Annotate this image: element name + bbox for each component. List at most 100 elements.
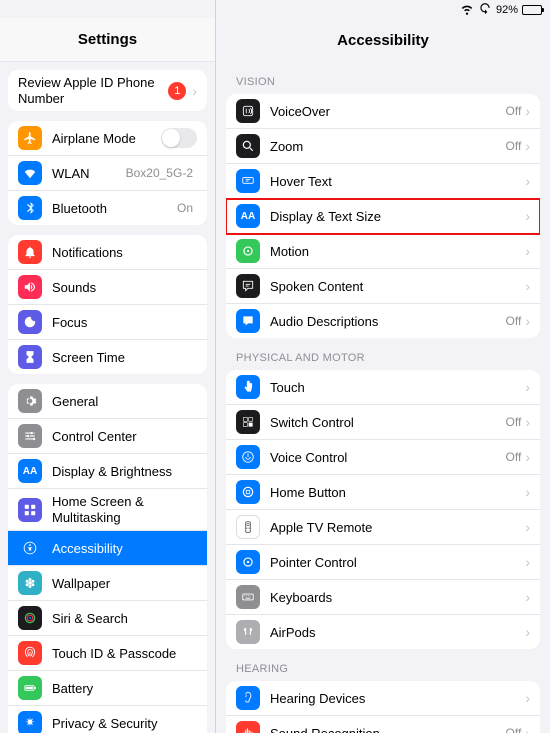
fingerprint-icon [18,641,42,665]
row-voiceover[interactable]: VoiceOver Off › [226,94,540,129]
chevron-right-icon: › [525,415,530,429]
row-zoom[interactable]: Zoom Off › [226,129,540,164]
keyboards-label: Keyboards [270,590,525,605]
row-homebutton[interactable]: Home Button › [226,475,540,510]
row-audiodesc[interactable]: Audio Descriptions Off › [226,304,540,338]
sidebar-item-bluetooth[interactable]: Bluetooth On [8,191,207,225]
sidebar-item-airplane[interactable]: Airplane Mode [8,121,207,156]
siri-icon [18,606,42,630]
bluetooth-value: On [177,201,193,215]
row-airpods[interactable]: AirPods › [226,615,540,649]
audiodesc-value: Off [506,314,522,328]
orientation-lock-icon [478,2,492,19]
chevron-right-icon: › [525,520,530,534]
section-hearing: Hearing [236,663,530,675]
appletv-label: Apple TV Remote [270,520,525,535]
chevron-right-icon: › [525,590,530,604]
zoom-value: Off [506,139,522,153]
sidebar-item-focus[interactable]: Focus [8,305,207,340]
voice-icon [236,445,260,469]
motion-label: Motion [270,244,525,259]
hand-icon [18,711,42,733]
accessibility-label: Accessibility [52,541,197,556]
siri-label: Siri & Search [52,611,197,626]
sidebar-item-sounds[interactable]: Sounds [8,270,207,305]
audiodesc-icon [236,309,260,333]
chevron-right-icon: › [525,726,530,733]
row-hearing-devices[interactable]: Hearing Devices › [226,681,540,716]
row-spoken[interactable]: Spoken Content › [226,269,540,304]
chevron-right-icon: › [525,314,530,328]
privacy-label: Privacy & Security [52,716,197,731]
row-appletv[interactable]: Apple TV Remote › [226,510,540,545]
switch-icon [236,410,260,434]
sidebar-item-wlan[interactable]: WLAN Box20_5G-2 [8,156,207,191]
sidebar-item-wallpaper[interactable]: Wallpaper [8,566,207,601]
section-vision: Vision [236,76,530,88]
sidebar-item-homescreen[interactable]: Home Screen & Multitasking [8,489,207,531]
notifications-label: Notifications [52,245,197,260]
row-switchcontrol[interactable]: Switch Control Off › [226,405,540,440]
soundrec-label: Sound Recognition [270,726,506,733]
row-display-text-size[interactable]: AA Display & Text Size › [226,199,540,234]
sliders-icon [18,424,42,448]
chevron-right-icon: › [525,104,530,118]
sidebar-item-screentime[interactable]: Screen Time [8,340,207,374]
wallpaper-label: Wallpaper [52,576,197,591]
switch-label: Switch Control [270,415,506,430]
displaytext-label: Display & Text Size [270,209,525,224]
grid-icon [18,498,42,522]
airpods-label: AirPods [270,625,525,640]
controlcenter-label: Control Center [52,429,197,444]
row-sound-recognition[interactable]: Sound Recognition Off › [226,716,540,733]
sidebar-item-privacy[interactable]: Privacy & Security [8,706,207,733]
pointer-icon [236,550,260,574]
chevron-right-icon: › [525,450,530,464]
audiodesc-label: Audio Descriptions [270,314,506,329]
row-motion[interactable]: Motion › [226,234,540,269]
airplane-toggle[interactable] [161,128,197,148]
row-pointer[interactable]: Pointer Control › [226,545,540,580]
homescreen-label: Home Screen & Multitasking [52,494,197,525]
chevron-right-icon: › [525,209,530,223]
keyboard-icon [236,585,260,609]
zoom-icon [236,134,260,158]
accessibility-icon [18,536,42,560]
row-hovertext[interactable]: Hover Text › [226,164,540,199]
row-keyboards[interactable]: Keyboards › [226,580,540,615]
battery-label: Battery [52,681,197,696]
notification-badge: 1 [168,82,186,100]
soundwave-icon [236,721,260,733]
chevron-right-icon: › [525,691,530,705]
sidebar-item-apple-id[interactable]: Review Apple ID Phone Number 1 › [8,70,207,111]
touch-icon [236,375,260,399]
remote-icon [236,515,260,539]
row-voicecontrol[interactable]: Voice Control Off › [226,440,540,475]
sidebar-item-touchid[interactable]: Touch ID & Passcode [8,636,207,671]
sidebar-item-accessibility[interactable]: Accessibility [8,531,207,566]
chevron-right-icon: › [525,244,530,258]
bluetooth-icon [18,196,42,220]
chevron-right-icon: › [525,555,530,569]
screentime-label: Screen Time [52,350,197,365]
chevron-right-icon: › [525,139,530,153]
sidebar-item-general[interactable]: General [8,384,207,419]
accessibility-main: Accessibility Vision VoiceOver Off › Zoo… [215,0,550,733]
hourglass-icon [18,345,42,369]
sidebar-item-notifications[interactable]: Notifications [8,235,207,270]
chevron-right-icon: › [525,485,530,499]
status-bar: 92% [0,0,550,18]
sidebar-item-siri[interactable]: Siri & Search [8,601,207,636]
voice-value: Off [506,450,522,464]
airplane-label: Airplane Mode [52,131,161,146]
sidebar-item-battery[interactable]: Battery [8,671,207,706]
sidebar-item-controlcenter[interactable]: Control Center [8,419,207,454]
voiceover-label: VoiceOver [270,104,506,119]
main-title: Accessibility [216,18,550,62]
wlan-label: WLAN [52,166,126,181]
focus-label: Focus [52,315,197,330]
sidebar-item-display[interactable]: AA Display & Brightness [8,454,207,489]
hearing-label: Hearing Devices [270,691,525,706]
row-touch[interactable]: Touch › [226,370,540,405]
speech-icon [236,274,260,298]
